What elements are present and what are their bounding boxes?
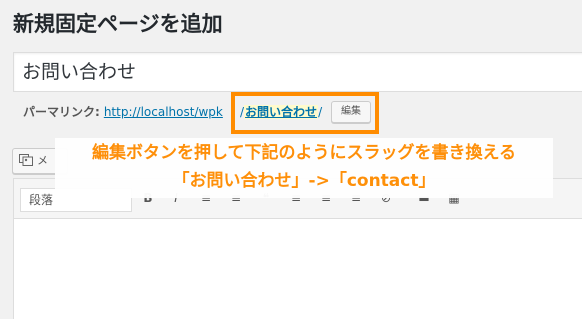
annotation-callout: 編集ボタンを押して下記のようにスラッグを書き換える 「お問い合わせ」->「con… [55,138,553,198]
permalink-row: パーマリンク: http://localhost/wpk [23,104,223,120]
content-editor[interactable]: 段落 B I ≡ ≡ ❝ ≡ ≡ ≡ ⊘ ▬ ▦ [13,178,582,319]
add-media-label: メ [37,154,48,167]
highlight-box [231,92,379,134]
media-icon [19,154,33,166]
title-input[interactable]: お問い合わせ [13,52,582,92]
annotation-line-1: 編集ボタンを押して下記のようにスラッグを書き換える [92,143,516,163]
annotation-line-2: 「お問い合わせ」->「contact」 [172,171,436,191]
permalink-url-link[interactable]: http://localhost/wpk [104,105,223,119]
permalink-label: パーマリンク: [23,105,100,119]
page-title: 新規固定ページを追加 [13,12,223,36]
